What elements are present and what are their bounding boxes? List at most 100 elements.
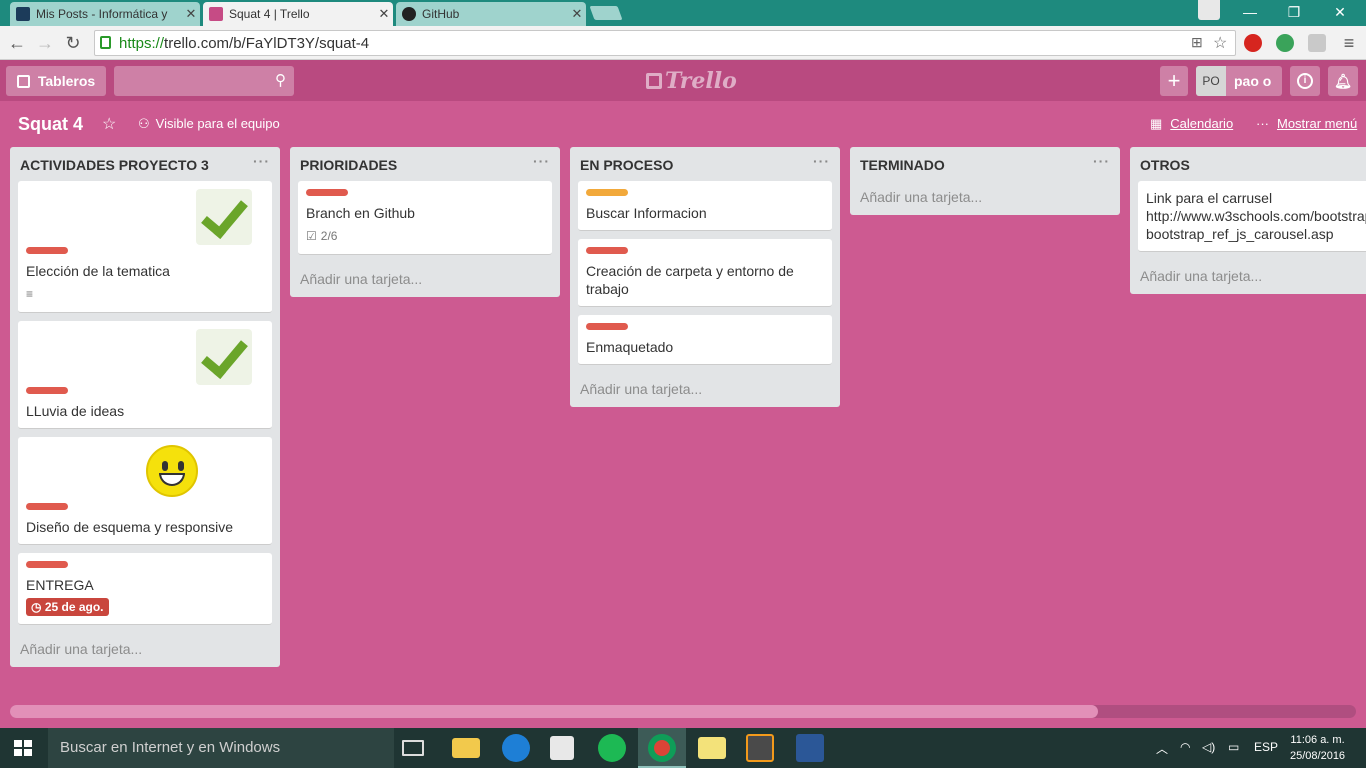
network-icon[interactable]: ◠ bbox=[1180, 740, 1190, 754]
member-menu-button[interactable]: PO pao o bbox=[1196, 66, 1282, 96]
file-explorer-icon[interactable] bbox=[452, 738, 480, 758]
word-icon[interactable] bbox=[796, 734, 824, 762]
tab-github[interactable]: GitHub ✕ bbox=[396, 2, 586, 26]
show-menu-button[interactable]: ··· Mostrar menú bbox=[1256, 116, 1357, 131]
trello-logo[interactable]: Trello bbox=[646, 68, 737, 94]
sticky-notes-icon[interactable] bbox=[698, 737, 726, 759]
list-title: ACTIVIDADES PROYECTO 3 bbox=[20, 157, 209, 173]
close-tab-icon[interactable]: ✕ bbox=[375, 6, 393, 22]
boards-label: Tableros bbox=[37, 73, 96, 89]
blog-favicon-icon bbox=[16, 7, 30, 21]
card-creacion-carpeta[interactable]: Creación de carpeta y entorno de trabajo bbox=[578, 239, 832, 307]
add-card-link[interactable]: Añadir una tarjeta... bbox=[570, 373, 840, 407]
avatar: PO bbox=[1196, 66, 1226, 96]
reload-icon[interactable]: ↻ bbox=[60, 30, 86, 56]
tab-mis-posts[interactable]: Mis Posts - Informática y ✕ bbox=[10, 2, 200, 26]
card-lluvia-ideas[interactable]: LLuvia de ideas bbox=[18, 321, 272, 429]
volume-icon[interactable]: ◁) bbox=[1202, 740, 1215, 754]
chrome-icon[interactable] bbox=[648, 734, 676, 762]
board-scrollbar[interactable] bbox=[10, 705, 1356, 718]
due-date-badge: ◷ 25 de ago. bbox=[26, 598, 109, 616]
extension-icon[interactable] bbox=[1308, 34, 1326, 52]
list-en-proceso: EN PROCESO ··· Buscar Informacion Creació… bbox=[570, 147, 840, 407]
search-input[interactable]: ⚲ bbox=[114, 66, 294, 96]
taskbar-clock[interactable]: 11:06 a. m. 25/08/2016 bbox=[1290, 732, 1345, 764]
action-center-icon[interactable]: ▭ bbox=[1228, 740, 1239, 754]
profile-icon[interactable] bbox=[1198, 0, 1220, 20]
edge-icon[interactable] bbox=[502, 734, 530, 762]
bell-icon: 🔔︎ bbox=[1334, 72, 1352, 89]
list-header[interactable]: EN PROCESO ··· bbox=[570, 147, 840, 181]
list-title: TERMINADO bbox=[860, 157, 945, 173]
card-entrega[interactable]: ENTREGA ◷ 25 de ago. bbox=[18, 553, 272, 625]
chrome-menu-icon[interactable]: ≡ bbox=[1336, 30, 1362, 56]
card-diseno-esquema[interactable]: Diseño de esquema y responsive bbox=[18, 437, 272, 545]
check-icon bbox=[196, 189, 252, 245]
github-favicon-icon bbox=[402, 7, 416, 21]
language-indicator[interactable]: ESP bbox=[1254, 740, 1278, 754]
show-hidden-icons[interactable]: ︿ bbox=[1156, 740, 1168, 757]
card-link-carrusel[interactable]: Link para el carrusel http://www.w3schoo… bbox=[1138, 181, 1366, 252]
card-buscar-informacion[interactable]: Buscar Informacion bbox=[578, 181, 832, 231]
list-otros: OTROS Link para el carrusel http://www.w… bbox=[1130, 147, 1366, 294]
add-card-link[interactable]: Añadir una tarjeta... bbox=[10, 633, 280, 667]
restore-icon[interactable]: ❐ bbox=[1272, 0, 1316, 26]
search-icon[interactable]: ⚲ bbox=[275, 71, 286, 89]
trello-favicon-icon bbox=[209, 7, 223, 21]
translate-icon[interactable]: ⊞ bbox=[1191, 34, 1203, 51]
windows-start-icon[interactable] bbox=[14, 740, 32, 756]
minimize-icon[interactable]: — bbox=[1228, 0, 1272, 26]
star-icon[interactable]: ☆ bbox=[102, 114, 116, 134]
taskbar-search-input[interactable]: Buscar en Internet y en Windows bbox=[48, 728, 394, 768]
opera-extension-icon[interactable] bbox=[1244, 34, 1262, 52]
list-header[interactable]: OTROS bbox=[1130, 147, 1366, 181]
store-icon[interactable] bbox=[550, 736, 574, 760]
card-label bbox=[26, 503, 68, 510]
close-window-icon[interactable]: ✕ bbox=[1318, 0, 1362, 26]
list-title: EN PROCESO bbox=[580, 157, 674, 173]
list-header[interactable]: TERMINADO ··· bbox=[850, 147, 1120, 181]
card-cover bbox=[26, 329, 264, 387]
board-title[interactable]: Squat 4 bbox=[18, 114, 83, 135]
list-menu-icon[interactable]: ··· bbox=[813, 153, 830, 169]
back-icon[interactable]: ← bbox=[4, 30, 30, 56]
notifications-button[interactable]: 🔔︎ bbox=[1328, 66, 1358, 96]
card-enmaquetado[interactable]: Enmaquetado bbox=[578, 315, 832, 365]
info-button[interactable]: i bbox=[1290, 66, 1320, 96]
bookmark-star-icon[interactable]: ☆ bbox=[1213, 33, 1227, 53]
task-view-icon[interactable] bbox=[402, 740, 424, 756]
add-card-link[interactable]: Añadir una tarjeta... bbox=[1130, 260, 1366, 294]
tab-trello[interactable]: Squat 4 | Trello ✕ bbox=[203, 2, 393, 26]
list-actividades-proyecto-3: ACTIVIDADES PROYECTO 3 ··· Elección de la… bbox=[10, 147, 280, 667]
card-cover bbox=[26, 445, 264, 503]
boards-button[interactable]: Tableros bbox=[6, 66, 106, 96]
card-branch-github[interactable]: Branch en Github ☑ 2/6 bbox=[298, 181, 552, 255]
list-header[interactable]: ACTIVIDADES PROYECTO 3 ··· bbox=[10, 147, 280, 181]
check-icon bbox=[196, 329, 252, 385]
sublime-text-icon[interactable] bbox=[746, 734, 774, 762]
url-text[interactable]: https://trello.com/b/FaYlDT3Y/squat-4 bbox=[119, 35, 369, 52]
add-card-link[interactable]: Añadir una tarjeta... bbox=[850, 181, 1120, 215]
list-menu-icon[interactable]: ··· bbox=[253, 153, 270, 169]
forward-icon[interactable]: → bbox=[32, 30, 58, 56]
card-title: LLuvia de ideas bbox=[26, 403, 125, 419]
list-header[interactable]: PRIORIDADES ··· bbox=[290, 147, 560, 181]
boards-icon bbox=[16, 74, 30, 88]
scrollbar-thumb[interactable] bbox=[10, 705, 1098, 718]
add-button[interactable]: + bbox=[1160, 66, 1188, 96]
calendar-button[interactable]: ▦ Calendario bbox=[1150, 116, 1233, 132]
card-eleccion-tematica[interactable]: Elección de la tematica ≡ bbox=[18, 181, 272, 313]
visibility-button[interactable]: ⚇ Visible para el equipo bbox=[138, 116, 280, 132]
address-bar[interactable]: https://trello.com/b/FaYlDT3Y/squat-4 ⊞ … bbox=[94, 30, 1236, 56]
lock-icon bbox=[100, 36, 111, 49]
close-tab-icon[interactable]: ✕ bbox=[568, 6, 586, 22]
list-menu-icon[interactable]: ··· bbox=[533, 153, 550, 169]
grammarly-extension-icon[interactable] bbox=[1276, 34, 1294, 52]
new-tab-button[interactable] bbox=[589, 6, 623, 20]
browser-toolbar: ← → ↻ https://trello.com/b/FaYlDT3Y/squa… bbox=[0, 26, 1366, 60]
spotify-icon[interactable] bbox=[598, 734, 626, 762]
close-tab-icon[interactable]: ✕ bbox=[182, 6, 200, 22]
add-card-link[interactable]: Añadir una tarjeta... bbox=[290, 263, 560, 297]
info-icon: i bbox=[1297, 73, 1313, 89]
list-menu-icon[interactable]: ··· bbox=[1093, 153, 1110, 169]
